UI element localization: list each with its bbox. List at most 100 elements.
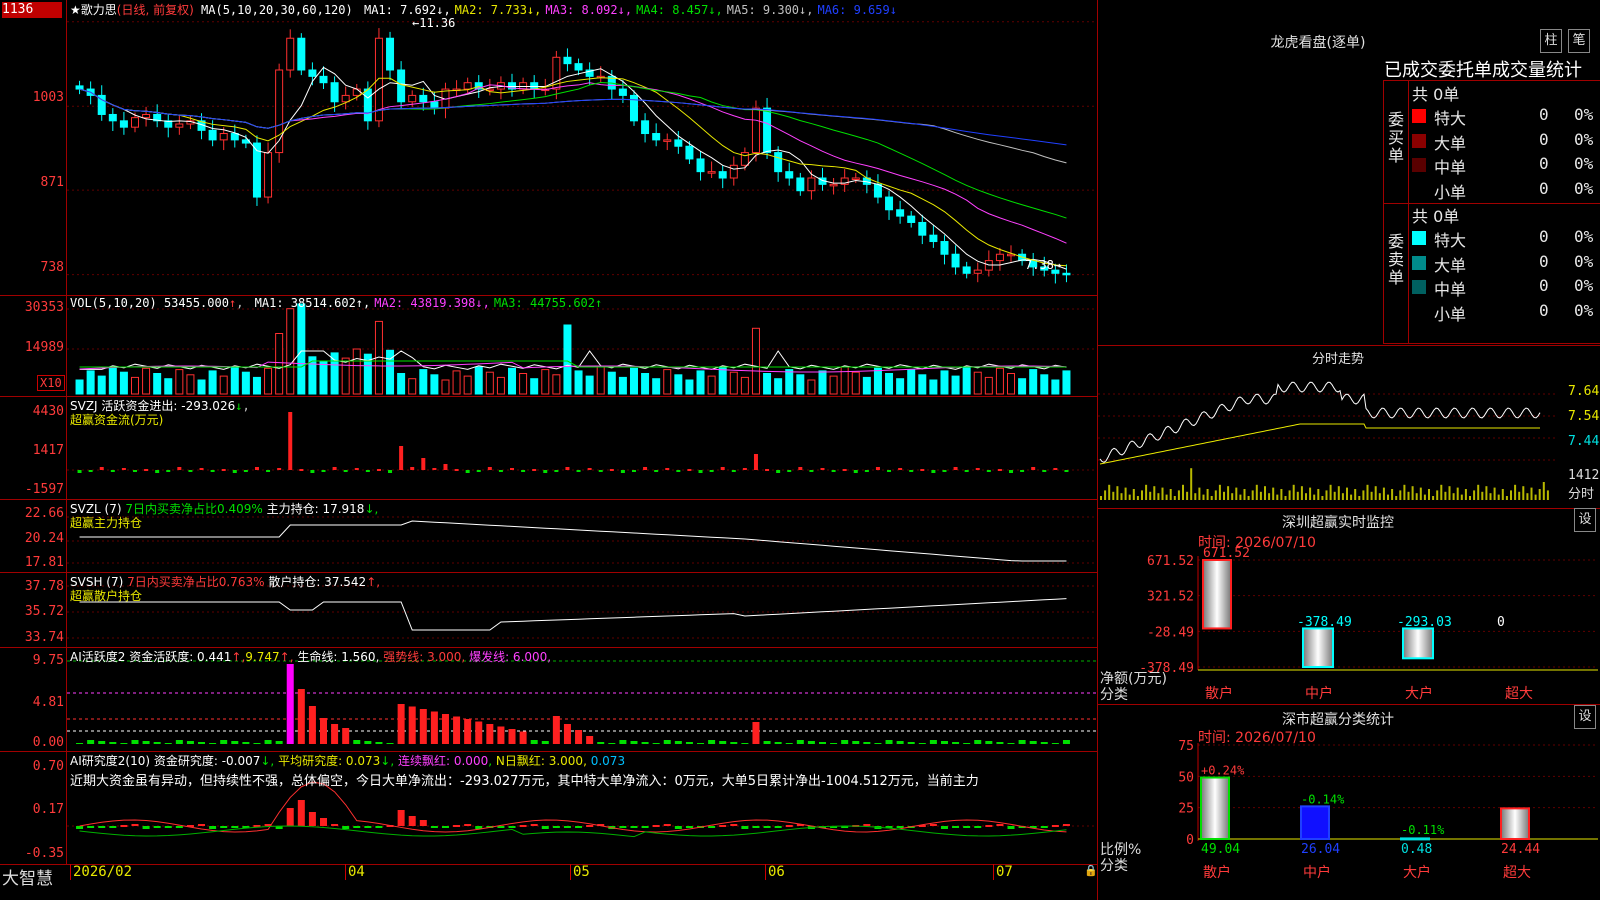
low-price-value: 7.38 [1025, 258, 1054, 272]
volume-bar [873, 367, 882, 395]
aia-bar [807, 741, 815, 744]
sz-monitor-xlabel: 分类 [1100, 687, 1128, 703]
intraday-panel[interactable]: 分时走势 7.64 7.54 7.44 1412 分时 [1098, 345, 1600, 509]
szm-bar-0 [1202, 559, 1232, 630]
aia-bar [1018, 740, 1026, 744]
air-bar [519, 825, 527, 827]
aia-bar [1062, 740, 1070, 744]
svzj-ytick-0: 4430 [32, 404, 64, 419]
intraday-vol-bar [1190, 468, 1193, 500]
candle-body [729, 164, 738, 179]
air-bar [563, 826, 571, 828]
volume-bar [130, 376, 139, 395]
ma-value-5: MA5: 9.300↓, [726, 3, 814, 17]
svzj-bar [942, 470, 947, 472]
svzj-bar [132, 470, 137, 472]
intraday-vol-bar [1108, 484, 1111, 500]
svzj-bar [343, 470, 348, 472]
sz-class-xlabel: 分类 [1100, 858, 1128, 874]
intraday-vol-bar [1116, 486, 1119, 500]
vol-arrow: ↑ [228, 296, 237, 310]
intraday-vol-bar [1120, 493, 1123, 500]
x-label-0: 2026/02 [73, 864, 133, 880]
volume-bar [718, 366, 727, 395]
intraday-vol-bar [1452, 493, 1455, 500]
ai-research-pane[interactable]: 0.70 0.17 -0.35 AI研究度2(10) 资金研究度: -0.007… [0, 751, 1098, 865]
air-bar [896, 826, 904, 828]
vol-ma-value-3: MA3: 44755.602↑ [493, 296, 603, 310]
svzj-bar [631, 470, 636, 472]
szc-value-1: 26.04 [1301, 842, 1340, 857]
volume-bar [186, 374, 195, 395]
air-bar [552, 826, 560, 828]
ai-active-pane[interactable]: 9.75 4.81 0.00 AI活跃度2 资金活跃度: 0.441↑,9.74… [0, 647, 1098, 752]
intraday-vol-bar [1370, 491, 1373, 500]
volume-bar [330, 352, 339, 395]
volume-bar [607, 371, 616, 395]
sell-row-pct-1: 0% [1574, 227, 1594, 246]
svzj-ytick-1: 1417 [32, 443, 64, 458]
intraday-vol-bar [1350, 494, 1353, 500]
air-line-red [79, 781, 1067, 833]
aia-v1: 9.747 [245, 650, 280, 664]
intraday-vol-bar [1284, 496, 1287, 500]
volume-bar [541, 369, 550, 395]
svzl-pane[interactable]: 22.66 20.24 17.81 SVZL (7) 7日内买卖净占比0.409… [0, 499, 1098, 573]
svzj-bar [831, 470, 836, 472]
air-bar [974, 826, 982, 828]
sz-monitor-panel: 深圳超赢实时监控 设 时间: 2026/07/10 671.52 321.52 -2… [1098, 508, 1600, 705]
intraday-vol-bar [1481, 491, 1484, 500]
candle-body [763, 107, 772, 154]
air-bar [419, 820, 427, 826]
price-ytick-3: 738 [40, 260, 64, 275]
chart-mode[interactable]: (日线, 前复权) [117, 3, 194, 17]
intraday-vol-bar [1432, 496, 1435, 500]
szc-ytick-1: 50 [1178, 770, 1194, 785]
intraday-vol-bar [1210, 496, 1213, 500]
volume-chart[interactable] [0, 295, 1098, 396]
intraday-vol-bar [1268, 493, 1271, 500]
air-bar [441, 826, 449, 828]
lock-icon[interactable]: 🔒 [1084, 864, 1098, 877]
candle-body [286, 37, 295, 71]
szm-value-1: -378.49 [1297, 615, 1352, 630]
aia-v2: 生命线: 1.560, [297, 650, 380, 664]
air-bar [220, 826, 228, 828]
intraday-vol-bar [1448, 486, 1451, 500]
price-pane[interactable]: 1136 1003 871 738 ★歌力思(日线, 前复权) MA(5,10,… [0, 0, 1098, 296]
air-bar [630, 826, 638, 828]
svzj-pane[interactable]: 4430 1417 -1597 SVZJ 活跃资金进出: -293.026↓, … [0, 396, 1098, 500]
buy-row-name-3: 中单 [1434, 158, 1467, 177]
star-icon[interactable]: ★ [70, 3, 81, 17]
szc-cat-3: 超大 [1503, 865, 1531, 881]
svzj-bar [554, 470, 559, 472]
svzj-bar [465, 470, 470, 473]
intraday-chart[interactable] [1098, 364, 1558, 504]
intraday-vol-bar [1198, 487, 1201, 500]
intraday-vol-bar [1100, 496, 1102, 500]
volume-bar [75, 379, 84, 395]
ma-values: MA1: 7.692↓, MA2: 7.733↓, MA3: 8.092↓, MA4:… [360, 3, 897, 17]
svzj-bar [765, 469, 770, 471]
tick-mode-button[interactable]: 笔 [1568, 29, 1590, 53]
vol-title: VOL(5,10,20) [70, 296, 157, 310]
svzj-bar [742, 468, 747, 470]
aia-bar [697, 743, 705, 744]
bar-mode-button[interactable]: 柱 [1540, 29, 1562, 53]
volume-bar [219, 375, 228, 395]
volume-pane[interactable]: 30353 14989 X10 VOL(5,10,20) 53455.000↑,… [0, 295, 1098, 397]
candle-body [352, 88, 361, 96]
buy-row-swatch-3 [1412, 158, 1426, 172]
svzl-ytick-2: 17.81 [24, 555, 64, 570]
ma-value-4: MA4: 8.457↓, [636, 3, 723, 17]
svsh-pane[interactable]: 37.78 35.72 33.74 SVSH (7) 7日内买卖净占比0.763… [0, 572, 1098, 648]
price-ytick-2: 871 [40, 175, 64, 190]
volume-bar [108, 366, 117, 395]
sell-row-name-4: 小单 [1434, 304, 1467, 324]
candle-body [774, 152, 783, 173]
price-chart[interactable] [0, 0, 1098, 295]
intraday-vol-bar [1358, 496, 1361, 500]
buy-row-count-4: 0 [1539, 178, 1549, 198]
candle-body [740, 152, 749, 166]
aia-bar [575, 730, 583, 744]
